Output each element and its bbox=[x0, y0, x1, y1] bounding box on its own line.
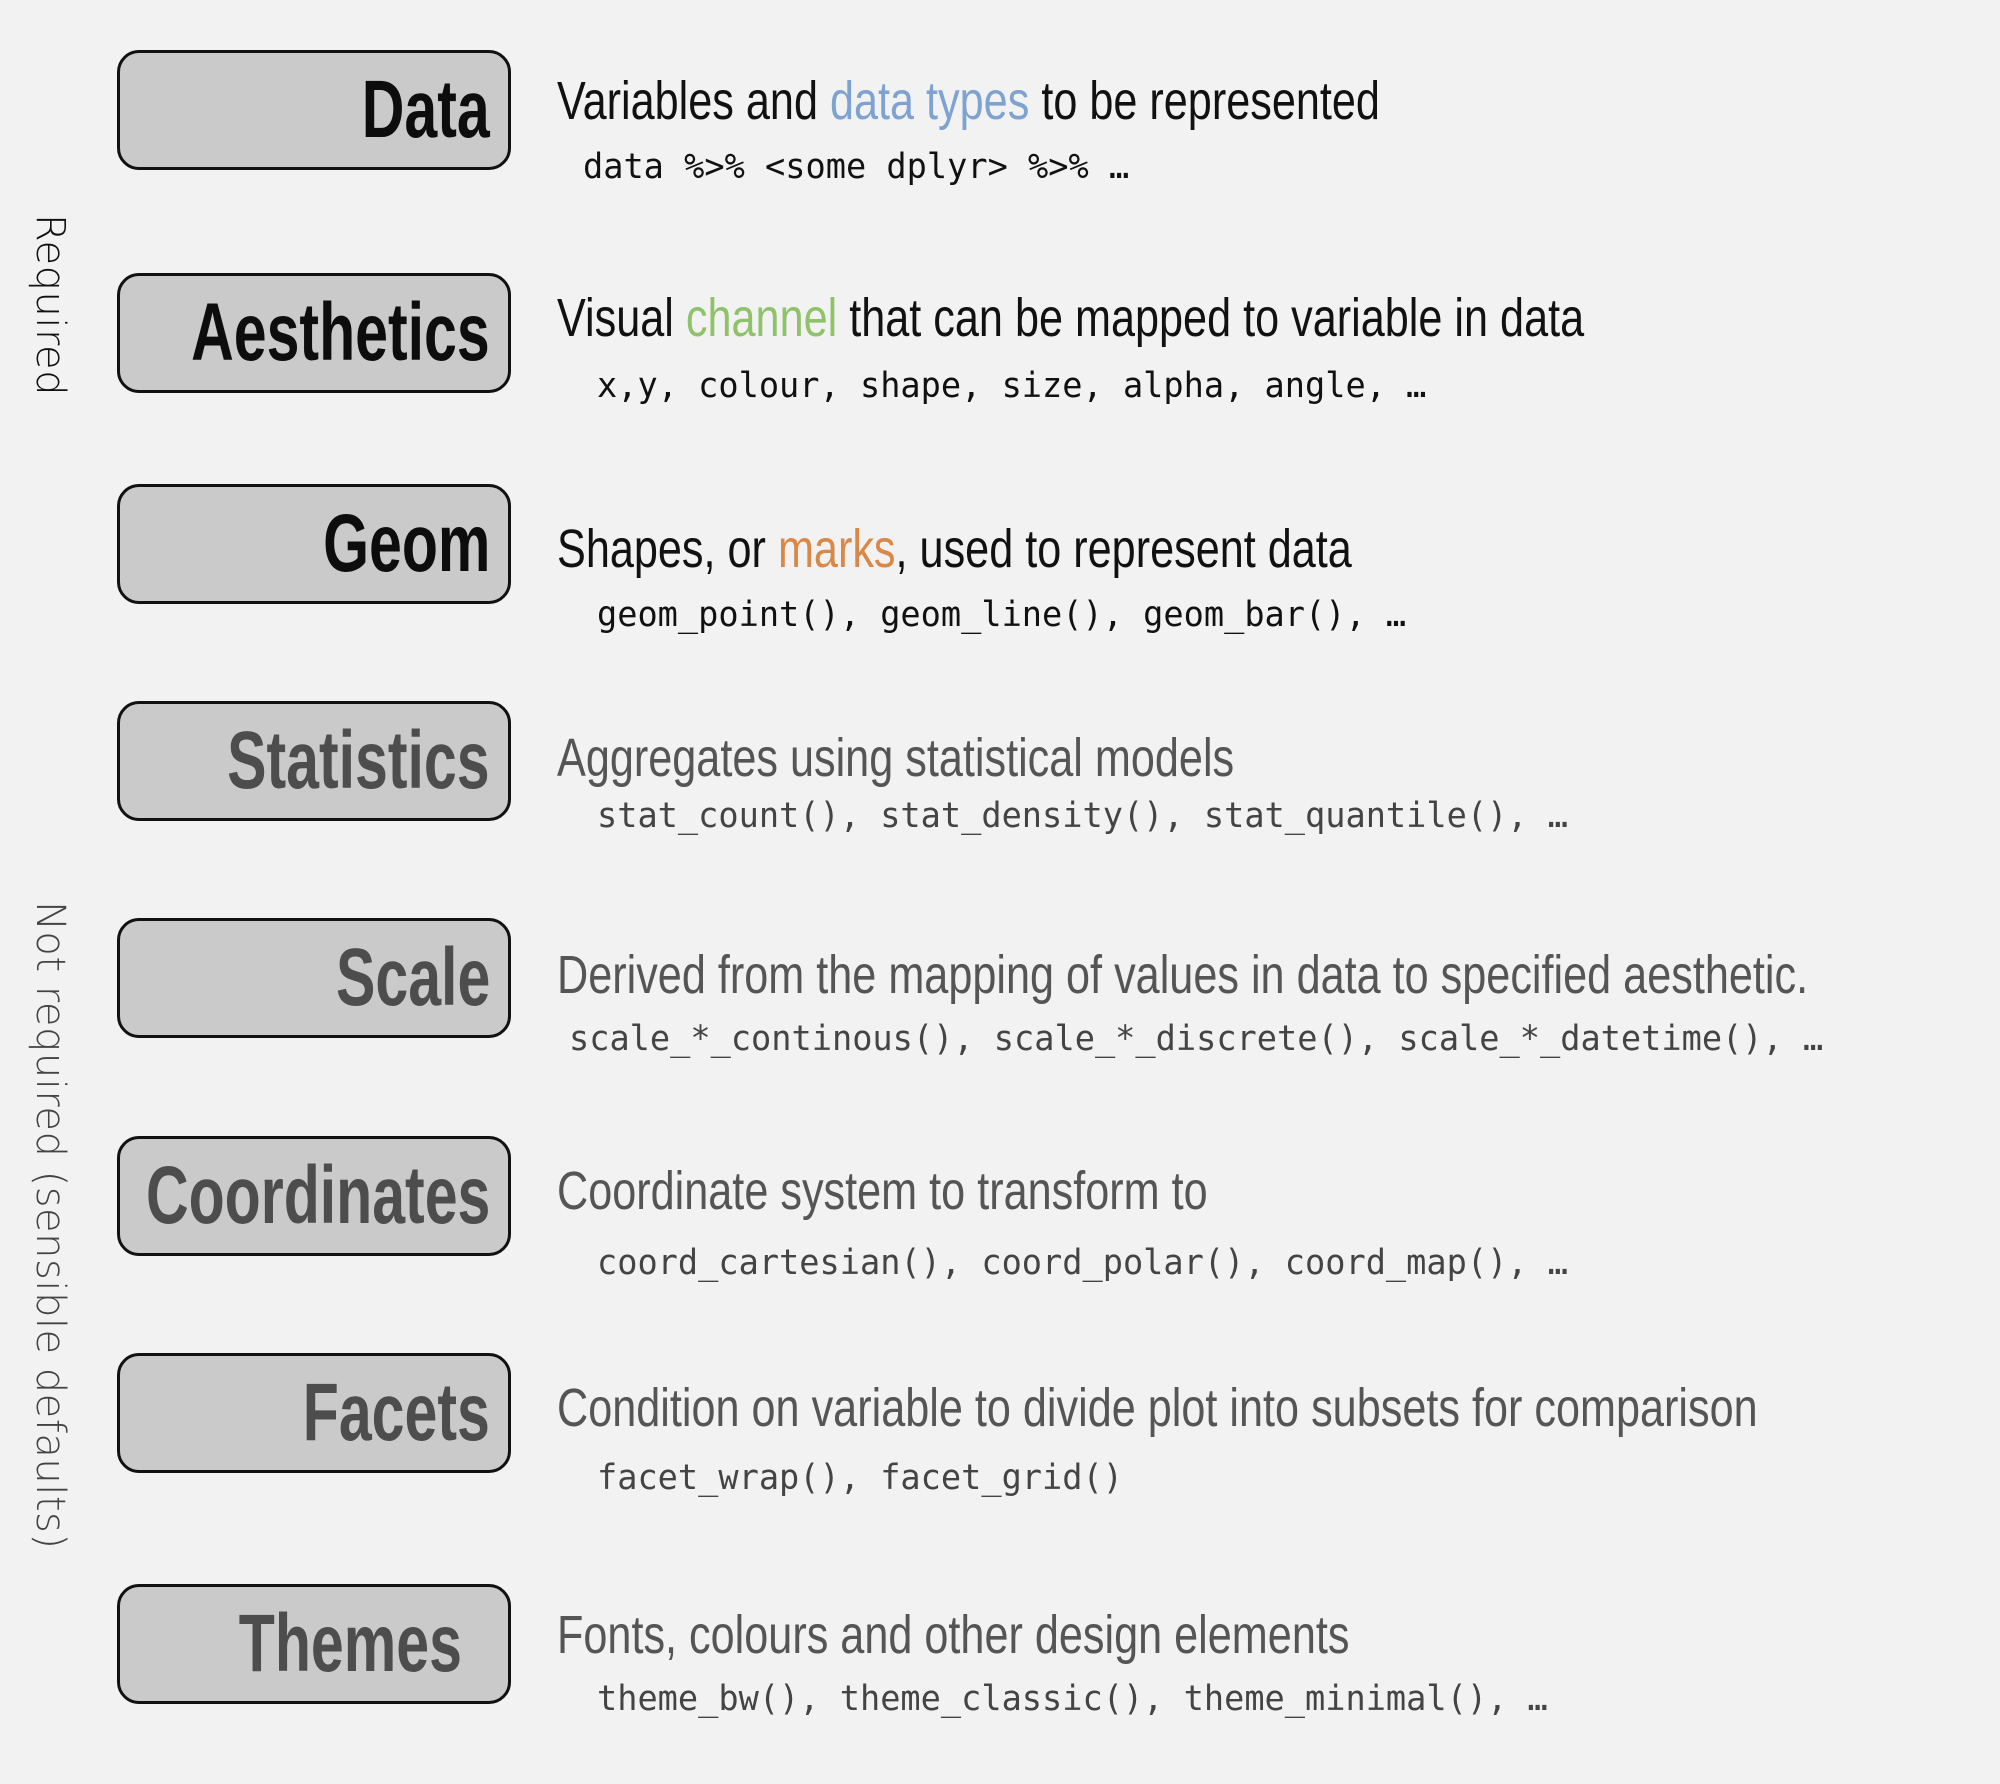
layer-box-statistics: Statistics bbox=[117, 701, 511, 821]
layer-box-aesthetics: Aesthetics bbox=[117, 273, 511, 393]
layer-description: Aggregates using statistical models bbox=[557, 728, 1235, 788]
desc-text: , used to represent data bbox=[895, 519, 1352, 579]
layer-code-example: scale_*_continous(), scale_*_discrete(),… bbox=[569, 1019, 1824, 1059]
layer-code-example: stat_count(), stat_density(), stat_quant… bbox=[597, 796, 1568, 836]
desc-text: to be represented bbox=[1029, 71, 1380, 131]
layer-row-statistics: Statistics Aggregates using statistical … bbox=[0, 701, 2000, 834]
layer-label: Geom bbox=[322, 498, 490, 589]
layer-label: Aesthetics bbox=[191, 287, 490, 378]
layer-row-coordinates: Coordinates Coordinate system to transfo… bbox=[0, 1136, 2000, 1281]
layer-row-data: Data Variables and data types to be repr… bbox=[0, 50, 2000, 185]
layer-label: Coordinates bbox=[145, 1150, 490, 1241]
layer-box-data: Data bbox=[117, 50, 511, 170]
layer-label: Themes bbox=[238, 1598, 462, 1689]
desc-text: Visual bbox=[557, 288, 686, 348]
layer-description: Fonts, colours and other design elements bbox=[557, 1605, 1350, 1665]
layer-description: Derived from the mapping of values in da… bbox=[557, 945, 1809, 1005]
layer-description: Condition on variable to divide plot int… bbox=[557, 1378, 1758, 1438]
desc-text: Shapes, or bbox=[557, 519, 778, 579]
layer-label: Statistics bbox=[227, 715, 490, 806]
desc-text: that can be mapped to variable in data bbox=[837, 288, 1585, 348]
layer-box-coordinates: Coordinates bbox=[117, 1136, 511, 1256]
layer-box-geom: Geom bbox=[117, 484, 511, 604]
layer-row-geom: Geom Shapes, or marks, used to represent… bbox=[0, 484, 2000, 633]
desc-highlight: channel bbox=[685, 288, 838, 348]
layer-description: Visual channel that can be mapped to var… bbox=[557, 291, 1584, 345]
desc-highlight: marks bbox=[777, 519, 896, 579]
layer-code-example: geom_point(), geom_line(), geom_bar(), … bbox=[597, 595, 1407, 635]
layer-description: Shapes, or marks, used to represent data bbox=[557, 522, 1352, 576]
layer-code-example: facet_wrap(), facet_grid() bbox=[597, 1458, 1123, 1498]
layer-box-scale: Scale bbox=[117, 918, 511, 1038]
layer-description: Variables and data types to be represent… bbox=[557, 74, 1380, 128]
layer-box-themes: Themes bbox=[117, 1584, 511, 1704]
layer-row-scale: Scale Derived from the mapping of values… bbox=[0, 918, 2000, 1057]
layer-row-aesthetics: Aesthetics Visual channel that can be ma… bbox=[0, 273, 2000, 404]
desc-text: Variables and bbox=[557, 71, 830, 131]
layer-code-example: coord_cartesian(), coord_polar(), coord_… bbox=[597, 1243, 1568, 1283]
layer-row-themes: Themes Fonts, colours and other design e… bbox=[0, 1584, 2000, 1717]
layer-code-example: data %>% <some dplyr> %>% … bbox=[583, 147, 1130, 187]
layer-label: Facets bbox=[302, 1367, 490, 1458]
layer-label: Data bbox=[362, 64, 490, 155]
layer-code-example: theme_bw(), theme_classic(), theme_minim… bbox=[597, 1679, 1548, 1719]
layer-code-example: x,y, colour, shape, size, alpha, angle, … bbox=[597, 366, 1427, 406]
layer-label: Scale bbox=[335, 932, 490, 1023]
layer-box-facets: Facets bbox=[117, 1353, 511, 1473]
desc-highlight: data types bbox=[829, 71, 1030, 131]
layer-description: Coordinate system to transform to bbox=[557, 1161, 1208, 1221]
layer-row-facets: Facets Condition on variable to divide p… bbox=[0, 1353, 2000, 1496]
